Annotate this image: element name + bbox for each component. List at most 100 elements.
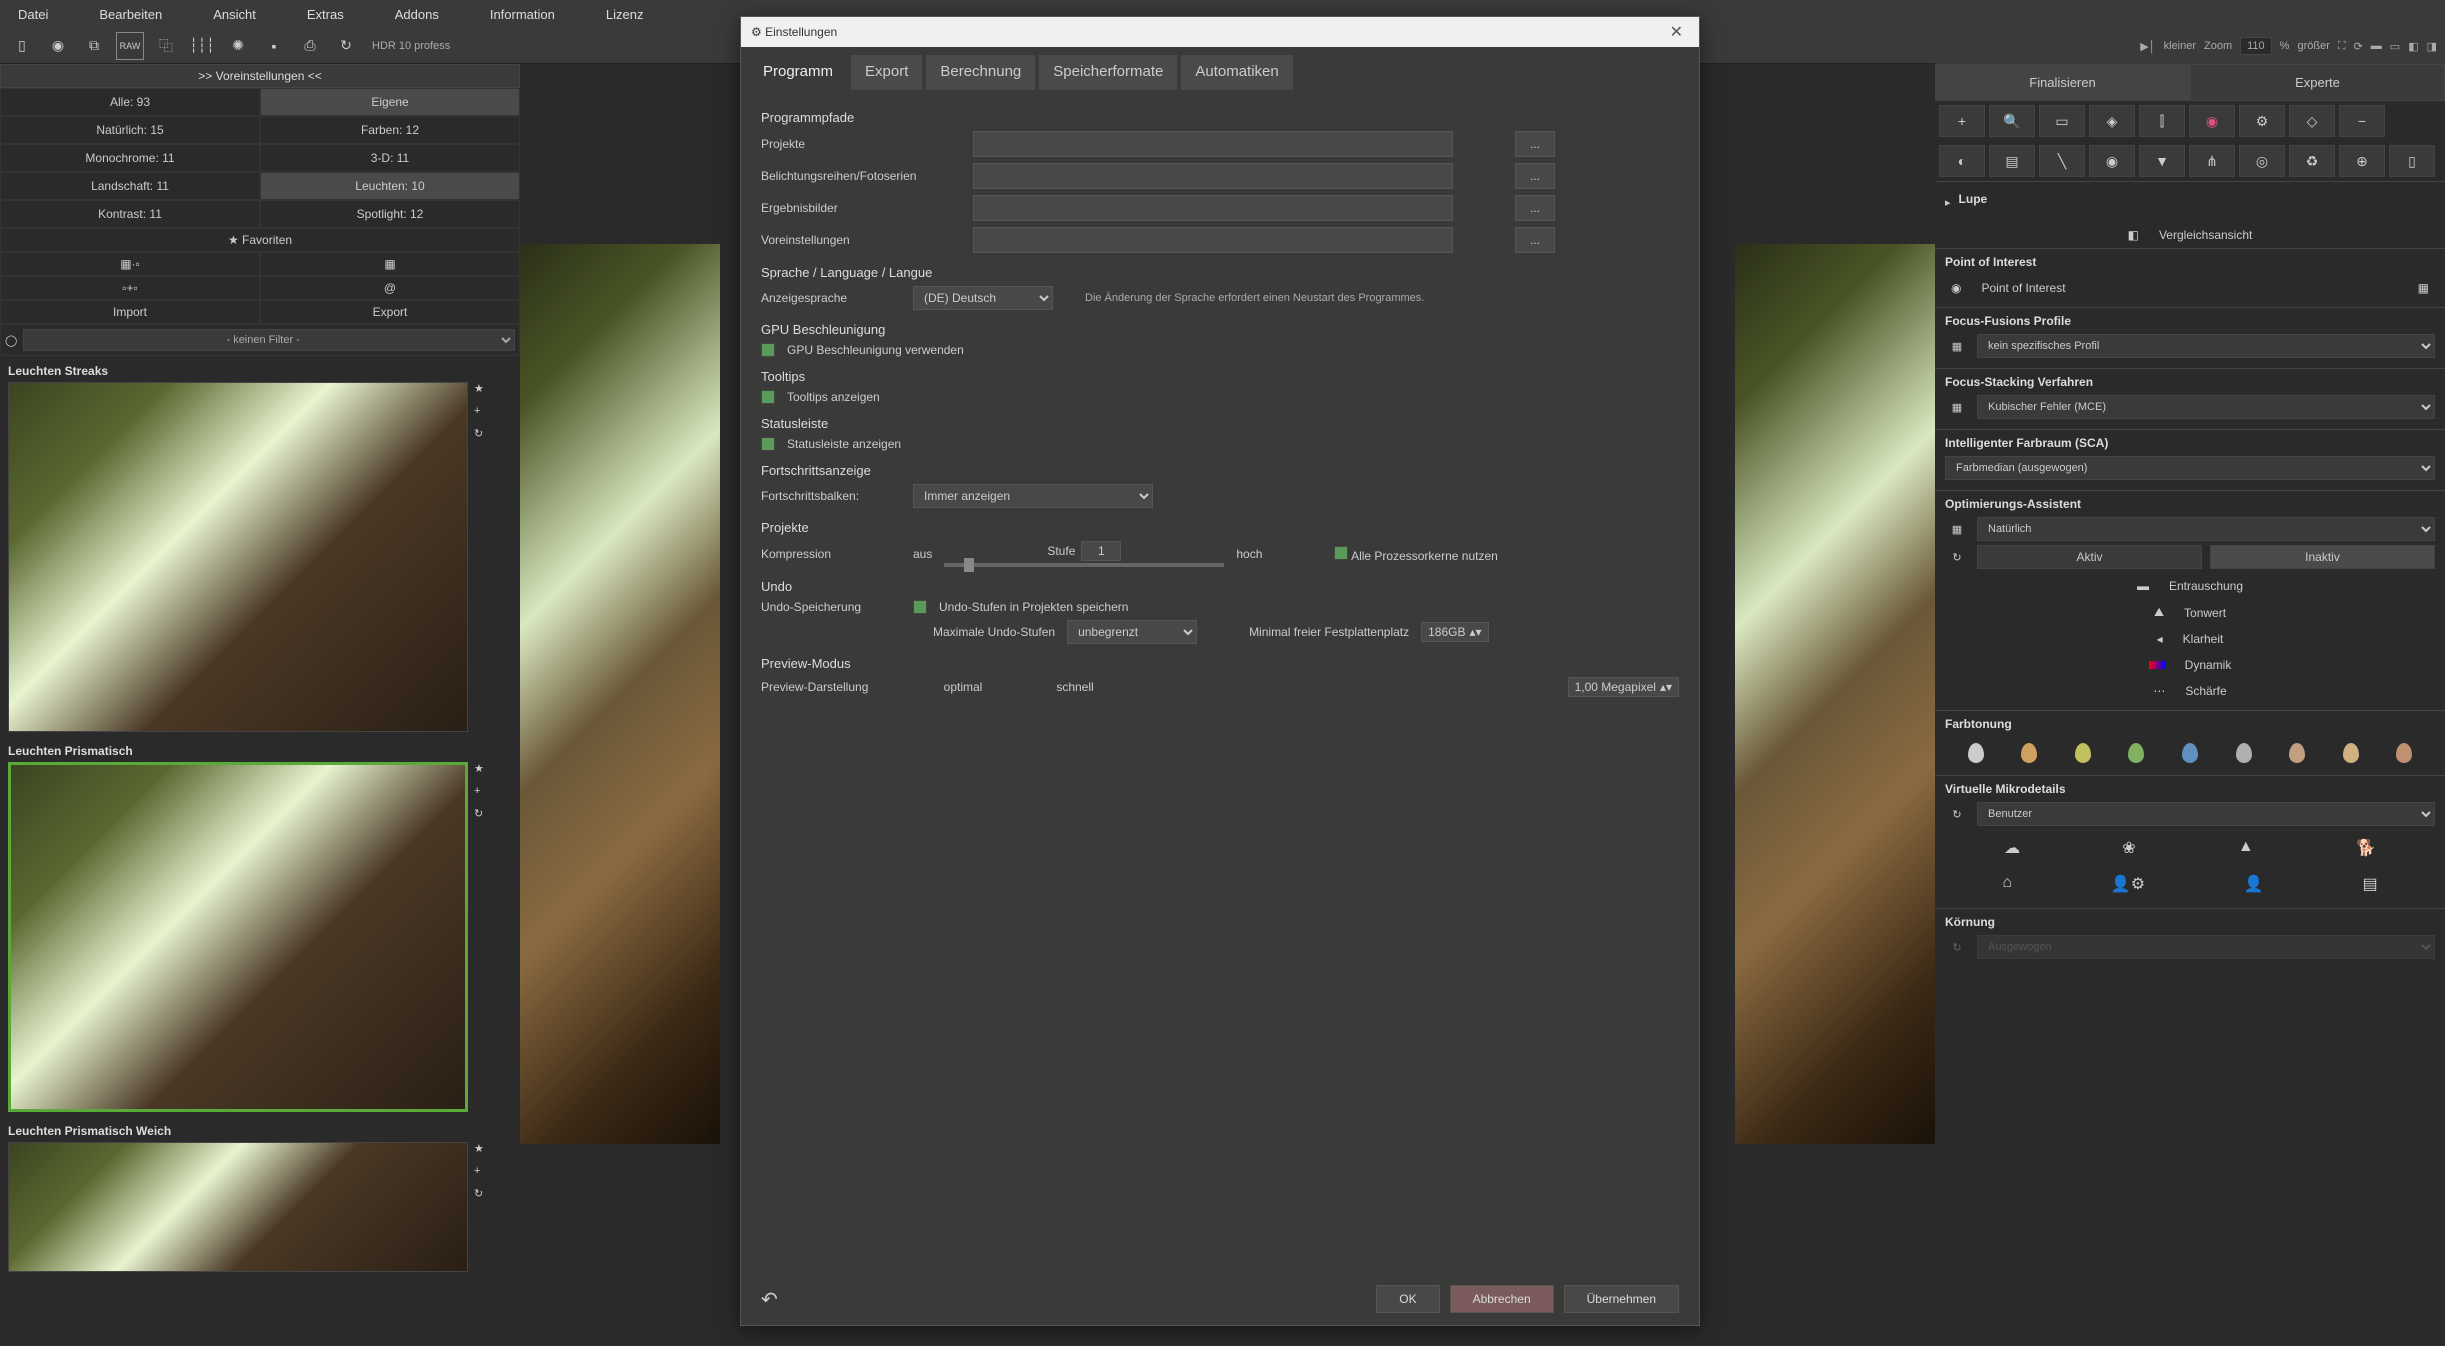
- dtab-automatiken[interactable]: Automatiken: [1181, 55, 1292, 90]
- opt-select[interactable]: Natürlich: [1977, 517, 2435, 541]
- dtab-programm[interactable]: Programm: [749, 55, 847, 90]
- plus-icon[interactable]: +: [474, 405, 484, 417]
- menu-bearbeiten[interactable]: Bearbeiten: [91, 3, 170, 26]
- contrast-icon[interactable]: ◐: [1939, 145, 1985, 177]
- export-button[interactable]: Export: [260, 300, 520, 324]
- drop-1[interactable]: [1968, 743, 1984, 763]
- dtab-export[interactable]: Export: [851, 55, 922, 90]
- ffp-select[interactable]: kein spezifisches Profil: [1977, 334, 2435, 358]
- refresh-icon[interactable]: ↻: [474, 807, 484, 820]
- magnify-icon[interactable]: 🔍: [1989, 105, 2035, 137]
- drop-icon[interactable]: ◇: [2289, 105, 2335, 137]
- expand-icon[interactable]: ▸: [1945, 196, 1951, 209]
- filter-kontrast[interactable]: Kontrast: 11: [0, 200, 260, 228]
- star-icon[interactable]: ★: [474, 382, 484, 395]
- copy-icon[interactable]: ⧉: [80, 32, 108, 60]
- compression-slider[interactable]: [944, 563, 1224, 567]
- grid-icon[interactable]: ▦: [1945, 523, 1969, 536]
- minus-icon[interactable]: −: [2339, 105, 2385, 137]
- animal-icon[interactable]: 🐕: [2356, 838, 2376, 858]
- compare-icon[interactable]: ◧: [2128, 228, 2139, 242]
- menu-lizenz[interactable]: Lizenz: [598, 3, 652, 26]
- save-icon[interactable]: ▪: [260, 32, 288, 60]
- filter-3d[interactable]: 3-D: 11: [260, 144, 520, 172]
- preset-thumbnail[interactable]: [8, 1142, 468, 1272]
- dialog-titlebar[interactable]: ⚙ Einstellungen ✕: [741, 17, 1699, 47]
- menu-datei[interactable]: Datei: [10, 3, 56, 26]
- preset-thumbnail[interactable]: [8, 382, 468, 732]
- drop-5[interactable]: [2182, 743, 2198, 763]
- filter-leuchten[interactable]: Leuchten: 10: [260, 172, 520, 200]
- drop-2[interactable]: [2021, 743, 2037, 763]
- drop-9[interactable]: [2396, 743, 2412, 763]
- menu-information[interactable]: Information: [482, 3, 563, 26]
- cycle-icon[interactable]: ♻: [2289, 145, 2335, 177]
- file-icon[interactable]: ▯: [8, 32, 36, 60]
- grid-icon[interactable]: ▦: [1945, 401, 1969, 414]
- star-icon[interactable]: ★: [474, 762, 484, 775]
- browse-button[interactable]: ...: [1515, 131, 1555, 157]
- row-dynamik[interactable]: Dynamik: [2185, 658, 2232, 672]
- favorites-button[interactable]: ★ Favoriten: [0, 228, 520, 252]
- cores-checkbox[interactable]: [1334, 546, 1348, 560]
- undo-save-checkbox[interactable]: [913, 600, 927, 614]
- row-entrauschung[interactable]: Entrauschung: [2169, 579, 2243, 593]
- person-icon[interactable]: 👤: [2244, 874, 2264, 894]
- drop-3[interactable]: [2075, 743, 2091, 763]
- path-bracketing-input[interactable]: [973, 163, 1453, 189]
- preview-mp-spinner[interactable]: 1,00 Megapixel▴▾: [1568, 677, 1679, 697]
- filter-landschaft[interactable]: Landschaft: 11: [0, 172, 260, 200]
- reset-icon[interactable]: ↻: [1945, 808, 1969, 821]
- stufe-value[interactable]: 1: [1081, 541, 1121, 561]
- histogram-icon[interactable]: ▤: [1989, 145, 2035, 177]
- dtab-berechnung[interactable]: Berechnung: [926, 55, 1035, 90]
- path-presets-input[interactable]: [973, 227, 1453, 253]
- tab-finalisieren[interactable]: Finalisieren: [1935, 64, 2190, 101]
- sca-select[interactable]: Farbmedian (ausgewogen): [1945, 456, 2435, 480]
- compare-label[interactable]: Vergleichsansicht: [2159, 228, 2252, 242]
- filter-farben[interactable]: Farben: 12: [260, 116, 520, 144]
- undo-icon[interactable]: ↶: [761, 1287, 778, 1312]
- add-icon[interactable]: +: [1939, 105, 1985, 137]
- person-gear-icon[interactable]: 👤⚙: [2111, 874, 2145, 894]
- ok-button[interactable]: OK: [1376, 1285, 1439, 1313]
- undo-disk-spinner[interactable]: 186GB▴▾: [1421, 622, 1488, 642]
- target-icon[interactable]: ◎: [2239, 145, 2285, 177]
- path-projekte-input[interactable]: [973, 131, 1453, 157]
- progress-select[interactable]: Immer anzeigen: [913, 484, 1153, 508]
- status-checkbox[interactable]: [761, 437, 775, 451]
- plus-icon[interactable]: +: [474, 1165, 484, 1177]
- camera-icon[interactable]: ◉: [44, 32, 72, 60]
- row-klarheit[interactable]: Klarheit: [2183, 632, 2224, 646]
- import-button[interactable]: Import: [0, 300, 260, 324]
- at-icon-left[interactable]: ▫+▫: [0, 276, 260, 300]
- print-icon[interactable]: ⎙: [296, 32, 324, 60]
- search-icon[interactable]: ◯: [5, 334, 17, 347]
- sliders-icon[interactable]: ┆┆┆: [188, 32, 216, 60]
- star-icon[interactable]: ★: [474, 1142, 484, 1155]
- tooltips-checkbox[interactable]: [761, 390, 775, 404]
- globe-icon[interactable]: ⊕: [2339, 145, 2385, 177]
- close-icon[interactable]: ✕: [1664, 22, 1689, 42]
- fsv-select[interactable]: Kubischer Fehler (MCE): [1977, 395, 2435, 419]
- nodes-icon[interactable]: ⋔: [2189, 145, 2235, 177]
- layout-icon[interactable]: ▦: [260, 252, 520, 276]
- tab-experte[interactable]: Experte: [2190, 64, 2445, 101]
- menu-extras[interactable]: Extras: [299, 3, 352, 26]
- drop-4[interactable]: [2128, 743, 2144, 763]
- gear-icon[interactable]: ⚙: [2239, 105, 2285, 137]
- list-icon[interactable]: ▤: [2362, 874, 2377, 894]
- adjust-icon[interactable]: ⫿: [2139, 105, 2185, 137]
- dtab-speicherformate[interactable]: Speicherformate: [1039, 55, 1177, 90]
- mountain-icon[interactable]: ▲: [2238, 838, 2254, 858]
- menu-ansicht[interactable]: Ansicht: [205, 3, 264, 26]
- filter-select[interactable]: - keinen Filter -: [23, 329, 515, 351]
- poi-settings-icon[interactable]: ▦: [2418, 281, 2429, 295]
- inaktiv-button[interactable]: Inaktiv: [2210, 545, 2435, 569]
- grid-icon[interactable]: ▦: [1945, 340, 1969, 353]
- aktiv-button[interactable]: Aktiv: [1977, 545, 2202, 569]
- path-results-input[interactable]: [973, 195, 1453, 221]
- house-icon[interactable]: ⌂: [2002, 874, 2012, 894]
- window-icon[interactable]: ▭: [2039, 105, 2085, 137]
- row-tonwert[interactable]: Tonwert: [2184, 606, 2226, 620]
